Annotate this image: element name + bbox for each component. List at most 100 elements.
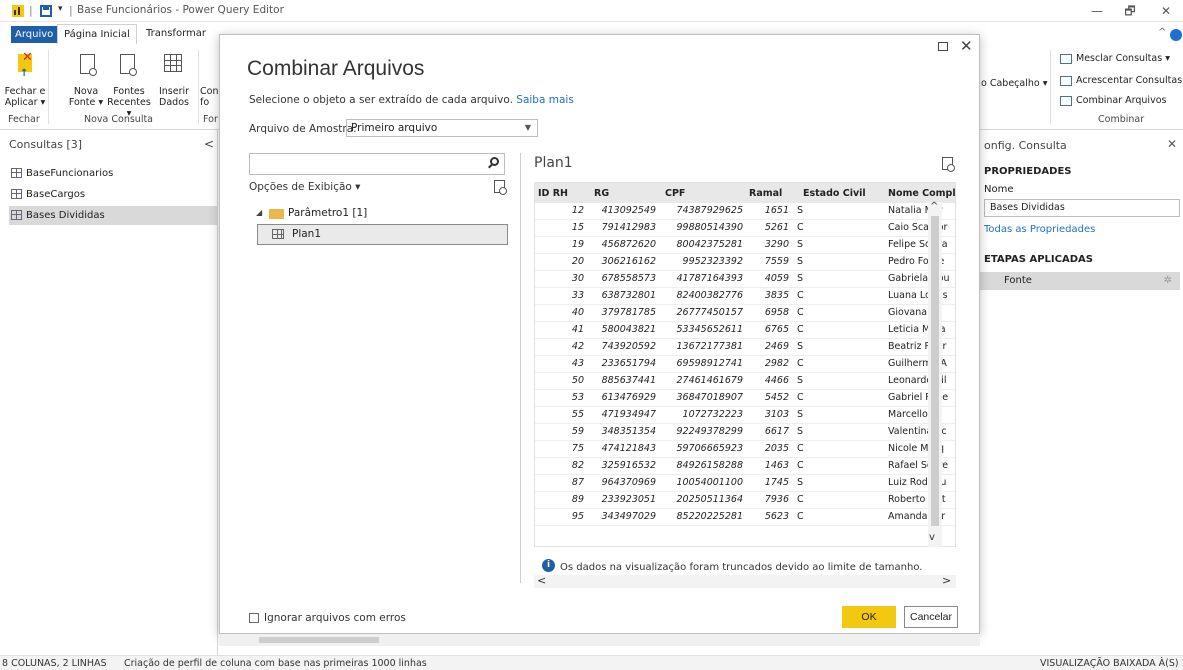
table-cell: 4059 bbox=[764, 273, 789, 284]
query-item-selected[interactable]: Bases Divididas bbox=[9, 206, 218, 225]
query-name-input[interactable]: Bases Divididas bbox=[984, 199, 1180, 217]
table-cell: 613476929 bbox=[601, 392, 656, 403]
scroll-down-icon[interactable]: v bbox=[929, 532, 935, 543]
enter-data-icon[interactable] bbox=[164, 54, 182, 72]
table-cell: 82 bbox=[571, 460, 584, 471]
table-cell: S bbox=[797, 375, 804, 386]
table-row: 15 791412983 99880514390 5261 C Caio Scalabr bbox=[535, 220, 955, 237]
scroll-left-icon[interactable]: < bbox=[537, 574, 546, 587]
name-label: Nome bbox=[984, 184, 1014, 195]
table-cell: 92249378299 bbox=[676, 426, 744, 437]
use-header-button[interactable]: o Cabeçalho ▾ bbox=[981, 78, 1047, 89]
editor-horizontal-scrollbar[interactable] bbox=[219, 634, 980, 646]
append-queries-button[interactable]: Acrescentar Consultas ▾ bbox=[1076, 75, 1183, 86]
close-dialog-icon[interactable]: ✕ bbox=[960, 37, 973, 55]
scroll-right-icon[interactable]: > bbox=[942, 574, 951, 587]
horizontal-scrollbar[interactable]: < > bbox=[534, 574, 956, 588]
enter-data-button[interactable]: Inserir Dados bbox=[154, 86, 194, 108]
table-cell: S bbox=[797, 341, 804, 352]
close-settings-icon[interactable]: ✕ bbox=[1167, 137, 1177, 151]
tree-item-plan1[interactable]: Plan1 bbox=[257, 224, 508, 245]
tree-parent-label[interactable]: Parâmetro1 [1] bbox=[288, 207, 367, 219]
scrollbar-thumb[interactable] bbox=[259, 637, 379, 643]
display-options-dropdown[interactable]: Opções de Exibição ▾ bbox=[249, 181, 360, 193]
status-profile: Criação de perfil de coluna com base nas… bbox=[124, 658, 427, 669]
table-cell: 53 bbox=[571, 392, 584, 403]
tab-pagina-inicial[interactable]: Página Inicial bbox=[57, 24, 137, 44]
column-header[interactable]: CPF bbox=[665, 188, 685, 199]
close-apply-icon[interactable]: ✕ ↑ bbox=[14, 50, 38, 80]
new-source-button[interactable]: Nova Fonte ▾ bbox=[66, 86, 106, 108]
column-header[interactable]: RG bbox=[594, 188, 609, 199]
close-apply-button[interactable]: Fechar e Aplicar ▾ bbox=[2, 86, 48, 108]
query-item[interactable]: BaseCargos bbox=[9, 185, 218, 204]
ok-button[interactable]: OK bbox=[842, 606, 896, 628]
query-settings-panel: onfig. Consulta ✕ PROPRIEDADES Nome Base… bbox=[980, 130, 1183, 655]
table-cell: 69598912741 bbox=[676, 358, 744, 369]
table-row: 20 306216162 9952323392 7559 S Pedro Fonte bbox=[535, 254, 955, 271]
table-cell: 1651 bbox=[764, 205, 789, 216]
learn-more-link[interactable]: Saiba mais bbox=[516, 94, 574, 106]
table-cell: Natalia Mor bbox=[888, 205, 943, 216]
sample-file-value: Primeiro arquivo bbox=[351, 122, 438, 134]
expand-arrow-icon[interactable]: ◢ bbox=[256, 208, 262, 217]
table-cell: 474121843 bbox=[601, 443, 656, 454]
tab-transformar[interactable]: Transformar bbox=[146, 28, 206, 39]
column-header[interactable]: Nome Complet bbox=[888, 188, 955, 199]
combine-files-dialog: ✕ Combinar Arquivos Selecione o objeto a… bbox=[219, 34, 980, 634]
cancel-button[interactable]: Cancelar bbox=[904, 606, 958, 628]
column-header[interactable]: Ramal bbox=[749, 188, 782, 199]
recent-sources-icon[interactable] bbox=[120, 54, 137, 76]
vertical-scrollbar[interactable]: ^ v bbox=[928, 201, 942, 547]
table-cell: 233651794 bbox=[601, 358, 656, 369]
table-cell: 348351354 bbox=[601, 426, 656, 437]
collapse-ribbon-icon[interactable]: ^ bbox=[1158, 27, 1166, 38]
table-icon bbox=[11, 189, 22, 199]
save-icon[interactable] bbox=[40, 5, 52, 17]
dialog-title: Combinar Arquivos bbox=[247, 57, 425, 80]
column-header[interactable]: ID RH bbox=[538, 188, 568, 199]
table-row: 40 379781785 26777450157 6958 C Giovana de bbox=[535, 305, 955, 322]
table-cell: 41 bbox=[571, 324, 584, 335]
truncation-note: Os dados na visualização foram truncados… bbox=[560, 562, 923, 573]
applied-step-item[interactable]: Fonte ✲ bbox=[980, 272, 1180, 290]
table-cell: Pedro Fonte bbox=[888, 256, 945, 267]
quick-access-dropdown-icon[interactable]: ▾ bbox=[58, 4, 63, 14]
ignore-errors-checkbox[interactable] bbox=[249, 613, 259, 623]
query-item[interactable]: BaseFuncionarios bbox=[9, 164, 218, 183]
tab-arquivo[interactable]: Arquivo bbox=[11, 26, 58, 43]
search-input[interactable] bbox=[249, 153, 505, 175]
table-cell: 5452 bbox=[764, 392, 789, 403]
combine-files-button[interactable]: Combinar Arquivos bbox=[1076, 95, 1166, 106]
table-cell: C bbox=[797, 290, 804, 301]
maximize-dialog-icon[interactable] bbox=[938, 42, 948, 51]
table-cell: 95 bbox=[571, 511, 584, 522]
restore-button[interactable]: 🗗 bbox=[1115, 2, 1145, 20]
refresh-file-icon[interactable] bbox=[494, 180, 507, 195]
collapse-panel-icon[interactable]: < bbox=[204, 137, 214, 151]
table-row: 75 474121843 59706665923 2035 C Nicole Marq bbox=[535, 441, 955, 458]
all-properties-link[interactable]: Todas as Propriedades bbox=[984, 224, 1095, 235]
table-row: 87 964370969 10054001100 1745 S Luiz Rodrigu bbox=[535, 475, 955, 492]
new-source-icon[interactable] bbox=[80, 54, 97, 76]
minimize-button[interactable]: — bbox=[1082, 2, 1112, 20]
table-cell: Giovana de bbox=[888, 307, 942, 318]
refresh-preview-icon[interactable] bbox=[942, 157, 955, 172]
column-header[interactable]: Estado Civil bbox=[803, 188, 866, 199]
group-label-new-query: Nova Consulta bbox=[84, 114, 154, 125]
new-source-label: Fonte ▾ bbox=[68, 97, 104, 108]
help-icon[interactable] bbox=[1170, 29, 1182, 41]
close-button[interactable]: ✕ bbox=[1151, 2, 1181, 20]
table-cell: S bbox=[797, 205, 804, 216]
window-title: Base Funcionários - Power Query Editor bbox=[77, 4, 284, 16]
table-cell: 36847018907 bbox=[676, 392, 744, 403]
query-settings-title: onfig. Consulta bbox=[984, 139, 1067, 152]
table-cell: Valentina Sc bbox=[888, 426, 947, 437]
partial-ribbon-button[interactable]: Con fo bbox=[200, 86, 218, 108]
scrollbar-thumb[interactable] bbox=[931, 216, 939, 526]
gear-icon[interactable]: ✲ bbox=[1164, 272, 1172, 290]
scroll-up-icon[interactable]: ^ bbox=[930, 201, 938, 212]
merge-queries-button[interactable]: Mesclar Consultas ▾ bbox=[1076, 53, 1170, 64]
title-separator: | bbox=[69, 4, 73, 17]
sample-file-select[interactable]: Primeiro arquivo ▼ bbox=[346, 119, 538, 137]
